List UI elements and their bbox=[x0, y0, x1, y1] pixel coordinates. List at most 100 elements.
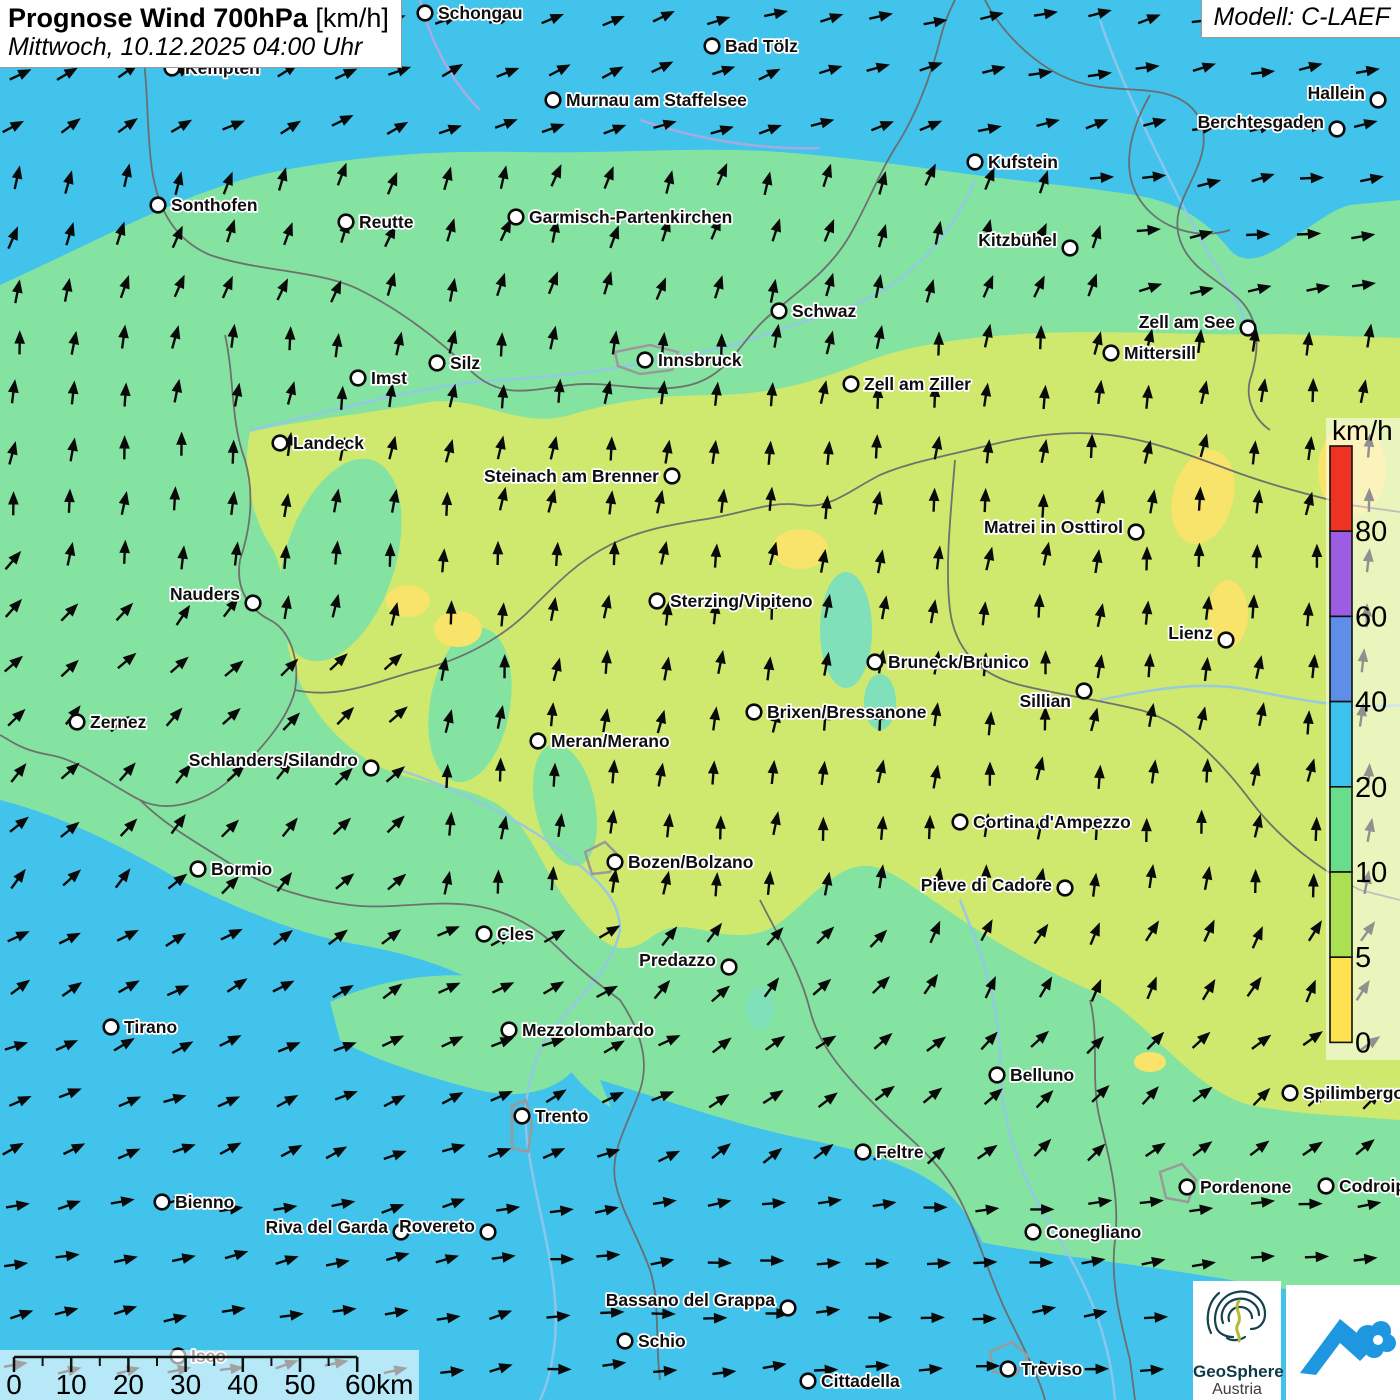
city-label: Bruneck/Brunico bbox=[888, 652, 1029, 672]
scalebar-label: 20 bbox=[113, 1369, 144, 1400]
city-marker bbox=[722, 960, 737, 975]
city-marker bbox=[968, 155, 983, 170]
city-label: Reutte bbox=[359, 212, 414, 232]
city-marker bbox=[990, 1068, 1005, 1083]
city-marker bbox=[1104, 346, 1119, 361]
legend-color-block bbox=[1330, 872, 1352, 957]
city-marker bbox=[868, 655, 883, 670]
map-subtitle: Mittwoch, 10.12.2025 04:00 Uhr bbox=[8, 33, 389, 61]
city-label: Murnau am Staffelsee bbox=[566, 90, 747, 110]
legend-color-block bbox=[1330, 957, 1352, 1042]
legend-color-block bbox=[1330, 787, 1352, 872]
partner-logo-box bbox=[1286, 1285, 1400, 1400]
city-marker bbox=[351, 371, 366, 386]
city-label: Silz bbox=[450, 353, 480, 373]
city-marker bbox=[618, 1334, 633, 1349]
city-marker bbox=[1058, 881, 1073, 896]
model-label: Modell: C-LAEF bbox=[1214, 3, 1390, 31]
city-label: Sonthofen bbox=[171, 195, 258, 215]
city: Feltre bbox=[856, 1142, 924, 1162]
legend-tick-label: 80 bbox=[1355, 516, 1387, 548]
city-label: Predazzo bbox=[639, 950, 716, 970]
city: Cortina d'Ampezzo bbox=[953, 812, 1131, 832]
legend-tick-label: 60 bbox=[1355, 601, 1387, 633]
city-label: Lienz bbox=[1168, 623, 1213, 643]
city: Matrei in Osttirol bbox=[984, 517, 1143, 539]
city-marker bbox=[1319, 1179, 1334, 1194]
city-label: Meran/Merano bbox=[551, 731, 670, 751]
geosphere-logo-icon bbox=[1193, 1281, 1281, 1359]
city-marker bbox=[1063, 241, 1078, 256]
city-label: Conegliano bbox=[1046, 1222, 1141, 1242]
city-marker bbox=[844, 377, 859, 392]
scalebar-label: 60km bbox=[345, 1369, 413, 1400]
city: Steinach am Brenner bbox=[484, 466, 679, 486]
city-label: Matrei in Osttirol bbox=[984, 517, 1123, 537]
city: Zernez bbox=[70, 712, 147, 732]
city-marker bbox=[1330, 122, 1345, 137]
region-mint-patch bbox=[820, 572, 872, 688]
city-label: Bad Tölz bbox=[725, 36, 798, 56]
city-marker bbox=[273, 436, 288, 451]
region-yellow-patch bbox=[772, 529, 828, 569]
city-marker bbox=[1219, 633, 1234, 648]
city: Reutte bbox=[339, 212, 414, 232]
city: Garmisch-Partenkirchen bbox=[509, 207, 733, 227]
city-marker bbox=[418, 6, 433, 21]
city-label: Schio bbox=[638, 1331, 686, 1351]
geosphere-logo-box: GeoSphere Austria bbox=[1193, 1281, 1281, 1400]
city-marker bbox=[364, 761, 379, 776]
city-marker bbox=[155, 1195, 170, 1210]
geosphere-country: Austria bbox=[1193, 1381, 1281, 1399]
city-marker bbox=[705, 39, 720, 54]
city-label: Bormio bbox=[211, 859, 272, 879]
city-label: Schlanders/Silandro bbox=[189, 750, 358, 770]
city-label: Spilimbergo bbox=[1303, 1083, 1400, 1103]
city-marker bbox=[246, 596, 261, 611]
scalebar-label: 40 bbox=[227, 1369, 258, 1400]
weather-map-stage: SchongauBad TölzKemptenMurnau am Staffel… bbox=[0, 0, 1400, 1400]
city-marker bbox=[772, 304, 787, 319]
city-marker bbox=[502, 1023, 517, 1038]
city-marker bbox=[151, 198, 166, 213]
city-label: Mezzolombardo bbox=[522, 1020, 654, 1040]
city-label: Pieve di Cadore bbox=[921, 875, 1053, 895]
city-label: Imst bbox=[371, 368, 407, 388]
city-label: Kufstein bbox=[988, 152, 1058, 172]
city-marker bbox=[1283, 1086, 1298, 1101]
city-label: Brixen/Bressanone bbox=[767, 702, 927, 722]
city: Bormio bbox=[191, 859, 273, 879]
legend-tick-label: 40 bbox=[1355, 687, 1387, 719]
scalebar-label: 50 bbox=[284, 1369, 315, 1400]
city-label: Bienno bbox=[175, 1192, 234, 1212]
legend-color-block bbox=[1330, 702, 1352, 787]
city: Mezzolombardo bbox=[502, 1020, 655, 1040]
city: Codroipo bbox=[1319, 1176, 1400, 1196]
city-label: Hallein bbox=[1308, 83, 1365, 103]
city-label: Steinach am Brenner bbox=[484, 466, 659, 486]
city-marker bbox=[509, 210, 524, 225]
city-marker bbox=[104, 1020, 119, 1035]
city-marker bbox=[1180, 1180, 1195, 1195]
city-label: Cortina d'Ampezzo bbox=[973, 812, 1131, 832]
city-label: Tirano bbox=[124, 1017, 177, 1037]
city: Schio bbox=[618, 1331, 686, 1351]
city-label: Bozen/Bolzano bbox=[628, 852, 753, 872]
legend-tick-label: 5 bbox=[1355, 942, 1371, 974]
city-marker bbox=[665, 469, 680, 484]
city: Pieve di Cadore bbox=[921, 875, 1073, 895]
city-label: Mittersill bbox=[1124, 343, 1196, 363]
city-label: Zernez bbox=[90, 712, 147, 732]
geosphere-name: GeoSphere bbox=[1193, 1362, 1281, 1382]
city-label: Riva del Garda bbox=[265, 1217, 388, 1237]
region-mint-patch bbox=[746, 986, 774, 1030]
city-marker bbox=[638, 353, 653, 368]
city-label: Zell am Ziller bbox=[864, 374, 971, 394]
city-marker bbox=[608, 855, 623, 870]
city-label: Bassano del Grappa bbox=[606, 1290, 775, 1310]
city-marker bbox=[1241, 321, 1256, 336]
city-marker bbox=[515, 1109, 530, 1124]
city-marker bbox=[1026, 1225, 1041, 1240]
city: Silz bbox=[430, 353, 481, 373]
city-label: Berchtesgaden bbox=[1198, 112, 1324, 132]
